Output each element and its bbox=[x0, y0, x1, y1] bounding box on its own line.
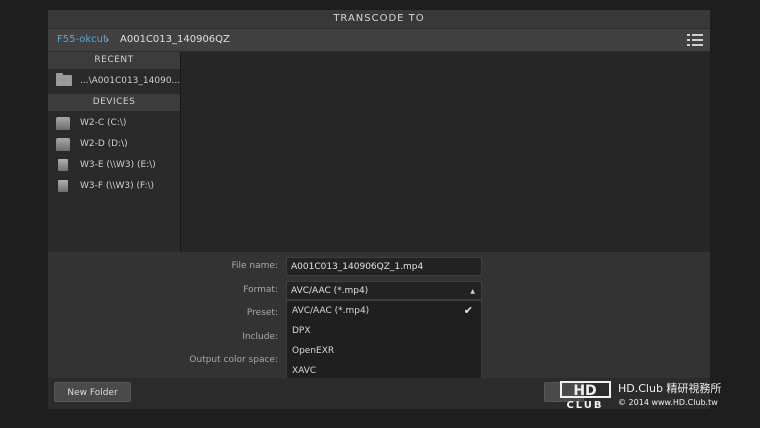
option-label: XAVC bbox=[292, 366, 317, 376]
watermark-copyright: © 2014 www.HD.Club.tw bbox=[618, 398, 718, 407]
format-option-mp4[interactable]: AVC/AAC (*.mp4) ✔ bbox=[287, 301, 481, 321]
drive-icon bbox=[56, 138, 70, 151]
option-label: DPX bbox=[292, 326, 311, 336]
preset-label: Preset: bbox=[246, 308, 278, 318]
list-view-icon[interactable] bbox=[687, 33, 703, 47]
sidebar-item-recent[interactable]: ...\A001C013_14090... bbox=[48, 71, 180, 92]
file-name-label: File name: bbox=[231, 261, 278, 271]
transcode-dialog: TRANSCODE TO F55-okcut › A001C013_140906… bbox=[48, 10, 710, 409]
recent-header: RECENT bbox=[48, 52, 180, 69]
folder-icon bbox=[56, 73, 72, 86]
sidebar-item-label: W2-D (D:\) bbox=[80, 139, 128, 149]
chevron-right-icon: › bbox=[105, 33, 110, 46]
include-label: Include: bbox=[242, 332, 278, 342]
option-label: AVC/AAC (*.mp4) bbox=[292, 306, 370, 316]
logo-text-bottom: CLUB bbox=[566, 400, 603, 409]
sidebar-item-label: W2-C (C:\) bbox=[80, 118, 127, 128]
network-drive-icon bbox=[58, 180, 68, 192]
sidebar: RECENT ...\A001C013_14090... DEVICES W2-… bbox=[48, 52, 180, 252]
breadcrumb: F55-okcut › A001C013_140906QZ bbox=[48, 29, 710, 51]
drive-icon bbox=[56, 117, 70, 130]
sidebar-item-label: W3-E (\\W3) (E:\) bbox=[80, 160, 156, 170]
sidebar-item-drive-c[interactable]: W2-C (C:\) bbox=[48, 113, 180, 134]
sidebar-item-label: W3-F (\\W3) (F:\) bbox=[80, 181, 155, 191]
devices-header: DEVICES bbox=[48, 94, 180, 111]
file-list-area[interactable] bbox=[181, 52, 710, 252]
dialog-title: TRANSCODE TO bbox=[48, 10, 710, 28]
watermark-name: HD.Club 精研視務所 bbox=[618, 382, 722, 395]
sidebar-item-drive-f[interactable]: W3-F (\\W3) (F:\) bbox=[48, 176, 180, 197]
sidebar-item-label: ...\A001C013_14090... bbox=[80, 76, 181, 86]
hdclub-logo: HD CLUB bbox=[560, 381, 611, 409]
chevron-up-icon: ▲ bbox=[470, 288, 475, 295]
watermark: HD CLUB HD.Club 精研視務所 © 2014 www.HD.Club… bbox=[559, 379, 760, 415]
checkmark-icon: ✔ bbox=[463, 304, 473, 317]
sidebar-item-drive-d[interactable]: W2-D (D:\) bbox=[48, 134, 180, 155]
format-select-value: AVC/AAC (*.mp4) bbox=[291, 286, 369, 296]
format-option-dpx[interactable]: DPX bbox=[287, 321, 481, 341]
breadcrumb-current[interactable]: A001C013_140906QZ bbox=[120, 29, 230, 51]
network-drive-icon bbox=[58, 159, 68, 171]
format-label: Format: bbox=[243, 285, 278, 295]
format-select[interactable]: AVC/AAC (*.mp4) ▲ bbox=[286, 281, 482, 300]
format-option-openexr[interactable]: OpenEXR bbox=[287, 341, 481, 361]
new-folder-button[interactable]: New Folder bbox=[54, 382, 131, 402]
format-dropdown-menu: AVC/AAC (*.mp4) ✔ DPX OpenEXR XAVC bbox=[286, 300, 482, 380]
output-color-space-label: Output color space: bbox=[189, 355, 278, 365]
sidebar-item-drive-e[interactable]: W3-E (\\W3) (E:\) bbox=[48, 155, 180, 176]
file-name-input[interactable]: A001C013_140906QZ_1.mp4 bbox=[286, 257, 482, 276]
option-label: OpenEXR bbox=[292, 346, 335, 356]
breadcrumb-root-link[interactable]: F55-okcut bbox=[57, 29, 107, 51]
logo-text-top: HD bbox=[573, 383, 596, 399]
